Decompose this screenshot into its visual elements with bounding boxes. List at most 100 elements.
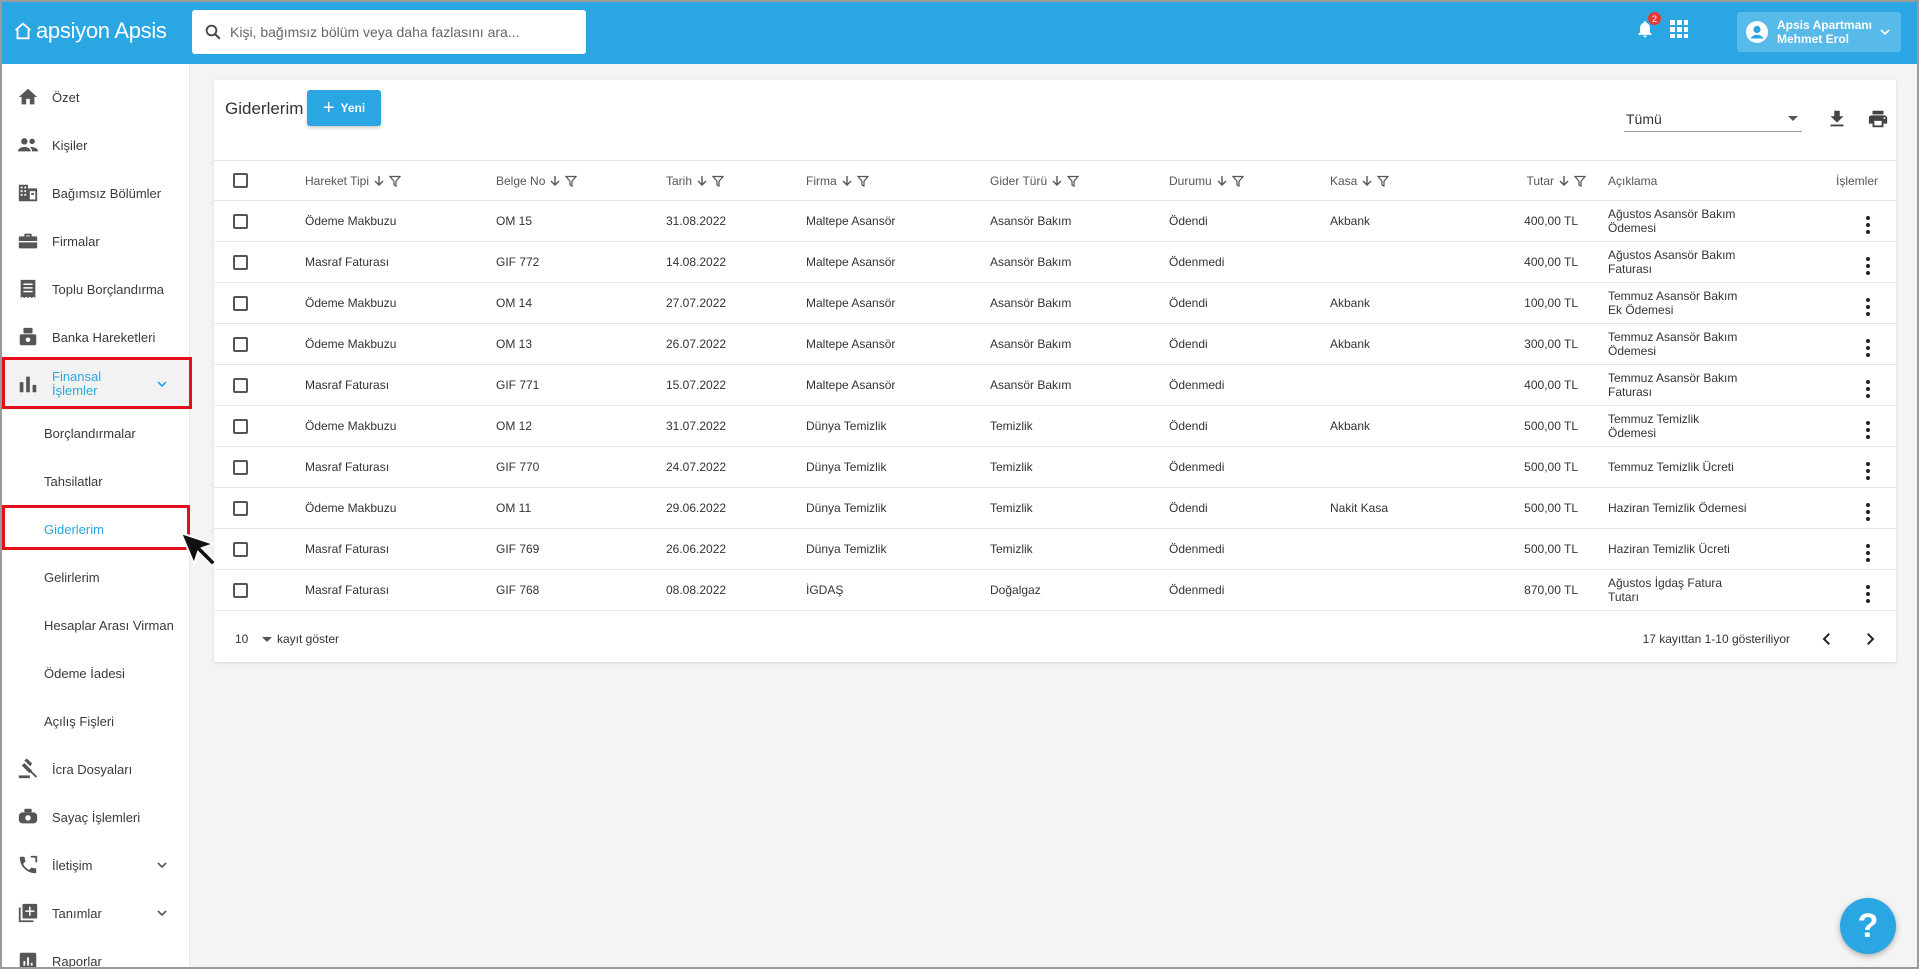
table-row[interactable]: Masraf Faturası GIF 771 15.07.2022 Maltepe …	[214, 364, 1896, 406]
sidebar-item-ozet[interactable]: Özet	[2, 74, 189, 120]
sidebar-item-raporlar[interactable]: Raporlar	[2, 938, 189, 967]
select-all-checkbox[interactable]	[233, 173, 248, 189]
row-checkbox[interactable]	[233, 418, 248, 434]
sidebar-item-tanimlar[interactable]: Tanımlar	[2, 890, 189, 936]
sidebar-item-icra-dosyalari[interactable]: İcra Dosyaları	[2, 746, 189, 792]
column-header[interactable]: Tarih	[666, 160, 806, 201]
filter-icon[interactable]	[1377, 175, 1390, 188]
column-header[interactable]: Belge No	[496, 160, 666, 201]
row-checkbox[interactable]	[233, 377, 248, 393]
sidebar-item-toplu-borclandirma[interactable]: Toplu Borçlandırma	[2, 266, 189, 312]
sidebar-item-label: Özet	[52, 89, 80, 105]
more-vert-icon[interactable]	[1866, 297, 1870, 316]
help-button[interactable]: ?	[1840, 898, 1896, 954]
sidebar-sub-acilis-fisleri[interactable]: Açılış Fişleri	[2, 698, 189, 744]
column-header[interactable]: Tutar	[1460, 160, 1600, 201]
per-page-select[interactable]: 10	[235, 632, 248, 646]
sidebar-sub-hesaplar-arasi-virman[interactable]: Hesaplar Arası Virman	[2, 602, 189, 648]
sort-arrow-icon[interactable]	[841, 175, 853, 187]
table-row[interactable]: Ödeme Makbuzu OM 14 27.07.2022 Maltepe Asan…	[214, 282, 1896, 324]
row-checkbox[interactable]	[233, 254, 248, 270]
sort-arrow-icon[interactable]	[1558, 175, 1570, 187]
app-logo[interactable]: apsiyon Apsis	[12, 18, 167, 44]
search-input[interactable]	[230, 24, 570, 40]
sidebar-item-bagimsiz-bolumler[interactable]: Bağımsız Bölümler	[2, 170, 189, 216]
table-row[interactable]: Ödeme Makbuzu OM 12 31.07.2022 Dünya Temizl…	[214, 405, 1896, 447]
more-vert-icon[interactable]	[1866, 584, 1870, 603]
search-icon	[205, 24, 221, 40]
logo-text: apsiyon Apsis	[36, 18, 167, 43]
sort-arrow-icon[interactable]	[696, 175, 708, 187]
column-header[interactable]: Hareket Tipi	[305, 160, 496, 201]
sidebar-item-sayac-islemleri[interactable]: Sayaç İşlemleri	[2, 794, 189, 840]
chevron-down-icon	[157, 381, 167, 388]
table-row[interactable]: Masraf Faturası GIF 770 24.07.2022 Dünya Te…	[214, 446, 1896, 488]
table-row[interactable]: Ödeme Makbuzu OM 15 31.08.2022 Maltepe Asan…	[214, 200, 1896, 242]
table-row[interactable]: Ödeme Makbuzu OM 11 29.06.2022 Dünya Temizl…	[214, 487, 1896, 529]
cell-date: 29.06.2022	[666, 487, 806, 529]
chevron-left-icon[interactable]	[1818, 630, 1836, 648]
filter-icon[interactable]	[712, 175, 725, 188]
filter-icon[interactable]	[1574, 175, 1586, 188]
sidebar-sub-borclandirmalar[interactable]: Borçlandırmalar	[2, 410, 189, 456]
print-icon[interactable]	[1866, 108, 1890, 130]
user-menu[interactable]: Apsis Apartmanı Mehmet Erol	[1737, 12, 1901, 52]
row-checkbox[interactable]	[233, 213, 248, 229]
filter-select[interactable]: Tümü	[1624, 106, 1802, 132]
filter-icon[interactable]	[1067, 175, 1080, 188]
sort-arrow-icon[interactable]	[549, 175, 561, 187]
sidebar-sub-giderlerim[interactable]: Giderlerim	[2, 506, 189, 552]
column-header[interactable]: Durumu	[1169, 160, 1330, 201]
more-vert-icon[interactable]	[1866, 256, 1870, 275]
sidebar-sub-odeme-iadesi[interactable]: Ödeme İadesi	[2, 650, 189, 696]
row-checkbox[interactable]	[233, 500, 248, 516]
new-expense-button[interactable]: + Yeni	[307, 90, 381, 126]
more-vert-icon[interactable]	[1866, 461, 1870, 480]
chevron-right-icon[interactable]	[1861, 630, 1879, 648]
cell-description: Temmuz Temizlik Ücreti	[1600, 446, 1772, 488]
sidebar-item-label: İcra Dosyaları	[52, 761, 133, 777]
cell-description: Temmuz Asansör Bakım Ödemesi	[1600, 323, 1772, 365]
sidebar-sub-gelirlerim[interactable]: Gelirlerim	[2, 554, 189, 600]
row-checkbox[interactable]	[233, 459, 248, 475]
notifications-button[interactable]: 2	[1635, 12, 1661, 45]
table-row[interactable]: Masraf Faturası GIF 768 08.08.2022 İGDAŞ Doğ…	[214, 569, 1896, 611]
more-vert-icon[interactable]	[1866, 543, 1870, 562]
filter-icon[interactable]	[389, 175, 402, 188]
sidebar-item-banka-hareketleri[interactable]: Banka Hareketleri	[2, 314, 189, 360]
more-vert-icon[interactable]	[1866, 420, 1870, 439]
sort-arrow-icon[interactable]	[373, 175, 385, 187]
apps-button[interactable]	[1669, 19, 1689, 44]
row-checkbox[interactable]	[233, 582, 248, 598]
more-vert-icon[interactable]	[1866, 215, 1870, 234]
column-header[interactable]: Kasa	[1330, 160, 1460, 201]
filter-icon[interactable]	[565, 175, 578, 188]
sidebar-item-firmalar[interactable]: Firmalar	[2, 218, 189, 264]
column-header[interactable]: Firma	[806, 160, 990, 201]
row-checkbox[interactable]	[233, 295, 248, 311]
more-vert-icon[interactable]	[1866, 379, 1870, 398]
download-icon[interactable]	[1826, 108, 1848, 130]
table-row[interactable]: Ödeme Makbuzu OM 13 26.07.2022 Maltepe Asan…	[214, 323, 1896, 365]
sort-arrow-icon[interactable]	[1051, 175, 1063, 187]
more-vert-icon[interactable]	[1866, 502, 1870, 521]
sidebar-sub-tahsilatlar[interactable]: Tahsilatlar	[2, 458, 189, 504]
cell-amount: 500,00 TL	[1460, 487, 1600, 529]
column-header[interactable]: Gider Türü	[990, 160, 1169, 201]
cell-expense-type: Temizlik	[990, 446, 1169, 488]
sort-arrow-icon[interactable]	[1216, 175, 1228, 187]
global-search[interactable]	[192, 10, 586, 54]
more-vert-icon[interactable]	[1866, 338, 1870, 357]
table-row[interactable]: Masraf Faturası GIF 772 14.08.2022 Maltepe …	[214, 241, 1896, 283]
sidebar-item-finansal-islemler[interactable]: Finansal İşlemler	[2, 358, 189, 410]
filter-icon[interactable]	[856, 175, 869, 188]
sort-arrow-icon[interactable]	[1361, 175, 1373, 187]
sidebar-item-kisiler[interactable]: Kişiler	[2, 122, 189, 168]
filter-icon[interactable]	[1231, 175, 1244, 188]
dropdown-arrow-icon[interactable]	[262, 637, 272, 642]
row-checkbox[interactable]	[233, 541, 248, 557]
sidebar-item-iletisim[interactable]: İletişim	[2, 842, 189, 888]
cell-cash-account: Akbank	[1330, 200, 1460, 242]
table-row[interactable]: Masraf Faturası GIF 769 26.06.2022 Dünya Te…	[214, 528, 1896, 570]
row-checkbox[interactable]	[233, 336, 248, 352]
